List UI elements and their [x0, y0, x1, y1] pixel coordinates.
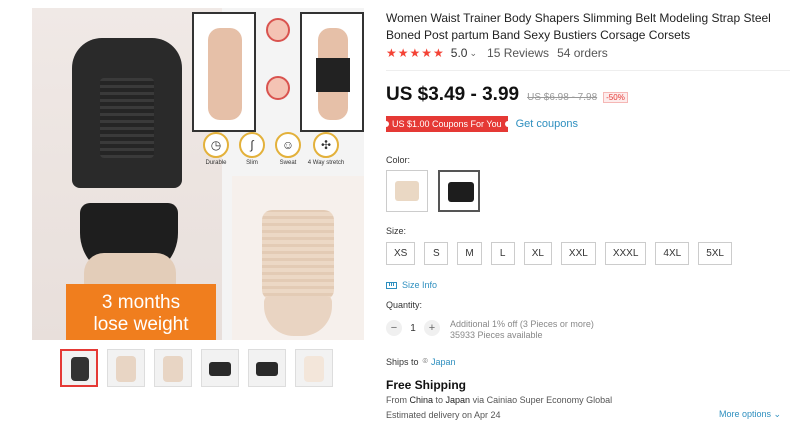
waist-icon: ∫	[239, 132, 265, 158]
stock-available: 35933 Pieces available	[450, 330, 543, 340]
coupon-row: US $1.00 Coupons For You Get coupons	[383, 116, 578, 132]
size-option-5xl[interactable]: 5XL	[698, 242, 732, 265]
quantity-increase-button[interactable]: +	[424, 320, 440, 336]
ships-to-row: Ships to ⌾ Japan	[386, 356, 455, 367]
shipping-route: From China to Japan via Cainiao Super Ec…	[386, 395, 613, 405]
size-option-m[interactable]: M	[457, 242, 482, 265]
thumbnail-5[interactable]	[248, 349, 286, 387]
thumbnail-3[interactable]	[154, 349, 192, 387]
color-label: Color:	[386, 155, 411, 165]
rating-value[interactable]: 5.0	[451, 46, 468, 60]
thumbnail-strip	[60, 349, 333, 387]
original-price: US $6.98 - 7.98	[527, 92, 598, 103]
promo-line-2: lose weight	[93, 314, 189, 335]
size-label: Size:	[386, 226, 407, 236]
color-options	[386, 170, 480, 212]
more-options-link[interactable]: More options ⌄	[719, 409, 781, 420]
coupon-badge[interactable]: US $1.00 Coupons For You	[383, 116, 511, 132]
clock-icon: ◷	[203, 132, 229, 158]
main-product-image[interactable]: ◷ Durable ∫ Slim ☺ Sweat ✣ 4 Way stretch…	[32, 8, 364, 340]
size-option-s[interactable]: S	[424, 242, 449, 265]
product-title: Women Waist Trainer Body Shapers Slimmin…	[386, 11, 771, 42]
thumbnail-6[interactable]	[295, 349, 333, 387]
estimated-delivery: Estimated delivery on Apr 24	[386, 410, 501, 420]
location-pin-icon: ⌾	[422, 356, 428, 366]
color-option-beige[interactable]	[386, 170, 428, 212]
quantity-stepper: − 1 +	[386, 320, 440, 336]
get-coupons-link[interactable]: Get coupons	[516, 118, 578, 130]
quantity-note: Additional 1% off (3 Pieces or more) 359…	[450, 319, 594, 341]
size-option-xs[interactable]: XS	[386, 242, 416, 265]
size-option-4xl[interactable]: 4XL	[655, 242, 690, 265]
thumbnail-4[interactable]	[201, 349, 239, 387]
ship-destination-link[interactable]: Japan	[431, 357, 456, 367]
ruler-icon	[386, 281, 397, 289]
ships-to-label: Ships to	[386, 356, 419, 367]
current-price: US $3.49 - 3.99	[386, 84, 520, 105]
discount-badge: -50%	[603, 92, 628, 103]
size-info-label: Size Info	[402, 280, 438, 290]
rating-row: ★★★★★ 5.0 ⌄ 15 Reviews 54 orders	[386, 46, 608, 60]
size-option-xl[interactable]: XL	[523, 242, 552, 265]
arrows-icon: ✣	[313, 132, 339, 158]
chevron-down-icon[interactable]: ⌄	[469, 48, 477, 59]
quantity-label: Quantity:	[386, 300, 423, 310]
divider	[386, 70, 790, 71]
size-option-xxl[interactable]: XXL	[560, 242, 596, 265]
bulk-discount-note: Additional 1% off (3 Pieces or more)	[450, 319, 594, 329]
promo-banner: 3 months lose weight	[66, 284, 216, 340]
size-option-l[interactable]: L	[490, 242, 515, 265]
before-badge	[266, 18, 290, 42]
sweat-icon: ☺	[275, 132, 301, 158]
orders-count: 54 orders	[557, 46, 608, 60]
free-shipping-title: Free Shipping	[386, 378, 467, 392]
after-badge	[266, 76, 290, 100]
thumbnail-2[interactable]	[107, 349, 145, 387]
price-block: US $3.49 - 3.99 US $6.98 - 7.98 -50%	[386, 84, 628, 106]
thumbnail-1[interactable]	[60, 349, 98, 387]
size-option-xxxl[interactable]: XXXL	[604, 242, 647, 265]
star-rating-icon: ★★★★★	[386, 46, 445, 60]
quantity-decrease-button[interactable]: −	[386, 320, 402, 336]
size-options: XS S M L XL XXL XXXL 4XL 5XL	[386, 242, 732, 265]
reviews-count[interactable]: 15 Reviews	[487, 46, 549, 60]
color-option-black[interactable]	[438, 170, 480, 212]
feature-stretch: ✣ 4 Way stretch	[304, 132, 348, 166]
quantity-value[interactable]: 1	[402, 323, 424, 334]
promo-line-1: 3 months	[101, 292, 181, 313]
size-info-link[interactable]: Size Info	[386, 280, 437, 290]
beige-model-photo	[232, 176, 364, 340]
